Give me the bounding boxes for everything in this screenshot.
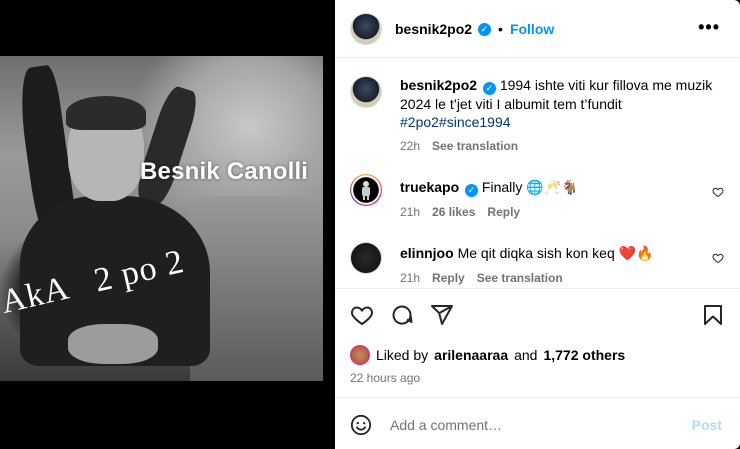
comment-text: elinnjoo Me qit diqka sish kon keq ❤️🔥 (400, 244, 715, 262)
heart-icon[interactable] (712, 186, 724, 198)
caption-text: besnik2po2 ✓ 1994 ishte viti kur fillova… (400, 76, 715, 131)
comment-icon[interactable] (390, 303, 414, 327)
comment-username[interactable]: elinnjoo (400, 245, 454, 261)
caption-line2: 2024 le t’jet viti I albumit tem t’fundi… (400, 96, 622, 112)
author-username[interactable]: besnik2po2 (395, 21, 472, 37)
more-icon[interactable]: ••• (698, 18, 720, 36)
post-photo: Besnik Canolli AkA 2 po 2 (0, 56, 323, 381)
see-translation-link[interactable]: See translation (477, 271, 563, 285)
liker-avatar[interactable] (350, 345, 370, 365)
comment-body: Me qit diqka sish kon keq ❤️🔥 (457, 245, 654, 261)
likes-summary: Liked by arilenaaraa and 1,772 others (350, 345, 625, 365)
likes-others[interactable]: 1,772 others (543, 347, 625, 363)
photo-hands (68, 324, 158, 364)
figure-icon (362, 181, 370, 200)
heart-icon[interactable] (350, 303, 374, 327)
comment-meta: 21h Reply See translation (400, 271, 563, 285)
separator-dot: • (498, 21, 503, 37)
likes-and: and (514, 347, 538, 363)
caption-avatar[interactable] (350, 76, 382, 108)
verified-icon: ✓ (465, 184, 479, 197)
verified-icon: ✓ (482, 82, 496, 95)
photo-hair (66, 96, 146, 130)
comment-input[interactable]: Add a comment… (390, 417, 502, 433)
heart-icon[interactable] (712, 252, 724, 264)
comment-time: 21h (400, 205, 421, 219)
action-bar (335, 288, 740, 338)
reply-button[interactable]: Reply (432, 271, 465, 285)
comment-text: truekapo ✓ Finally 🌐🥂🐐 (400, 178, 715, 197)
caption-hashtags[interactable]: #2po2#since1994 (400, 114, 511, 130)
commenter-avatar[interactable] (350, 174, 382, 206)
bookmark-icon[interactable] (701, 303, 725, 327)
caption-line1: 1994 ishte viti kur fillova me muzik (499, 77, 713, 93)
post-panel: besnik2po2 ✓ • Follow ••• besnik2po2 ✓ 1… (335, 0, 740, 449)
liker-username[interactable]: arilenaaraa (434, 347, 508, 363)
emoji-icon[interactable] (350, 414, 372, 436)
comment-likes[interactable]: 26 likes (432, 205, 475, 219)
comment-body: Finally 🌐🥂🐐 (481, 179, 579, 195)
reply-button[interactable]: Reply (487, 205, 520, 219)
overlay-name-text: Besnik Canolli (140, 158, 309, 185)
see-translation-link[interactable]: See translation (432, 139, 518, 153)
author-avatar[interactable] (350, 13, 382, 45)
verified-icon: ✓ (478, 22, 492, 36)
comment-username[interactable]: truekapo (400, 179, 459, 195)
caption-time: 22h (400, 139, 421, 153)
follow-button[interactable]: Follow (510, 21, 554, 37)
post-header: besnik2po2 ✓ • Follow ••• (335, 0, 740, 58)
post-media[interactable]: Besnik Canolli AkA 2 po 2 (0, 0, 335, 449)
post-time[interactable]: 22 hours ago (350, 371, 420, 385)
likes-prefix: Liked by (376, 347, 429, 363)
comment-time: 21h (400, 271, 421, 285)
post-button[interactable]: Post (692, 417, 722, 433)
comment-meta: 21h 26 likes Reply (400, 205, 520, 219)
caption-meta: 22h See translation (400, 139, 518, 153)
caption-username[interactable]: besnik2po2 (400, 77, 477, 93)
comment-composer: Add a comment… Post (335, 397, 740, 449)
share-icon[interactable] (430, 303, 454, 327)
commenter-avatar[interactable] (350, 242, 382, 274)
